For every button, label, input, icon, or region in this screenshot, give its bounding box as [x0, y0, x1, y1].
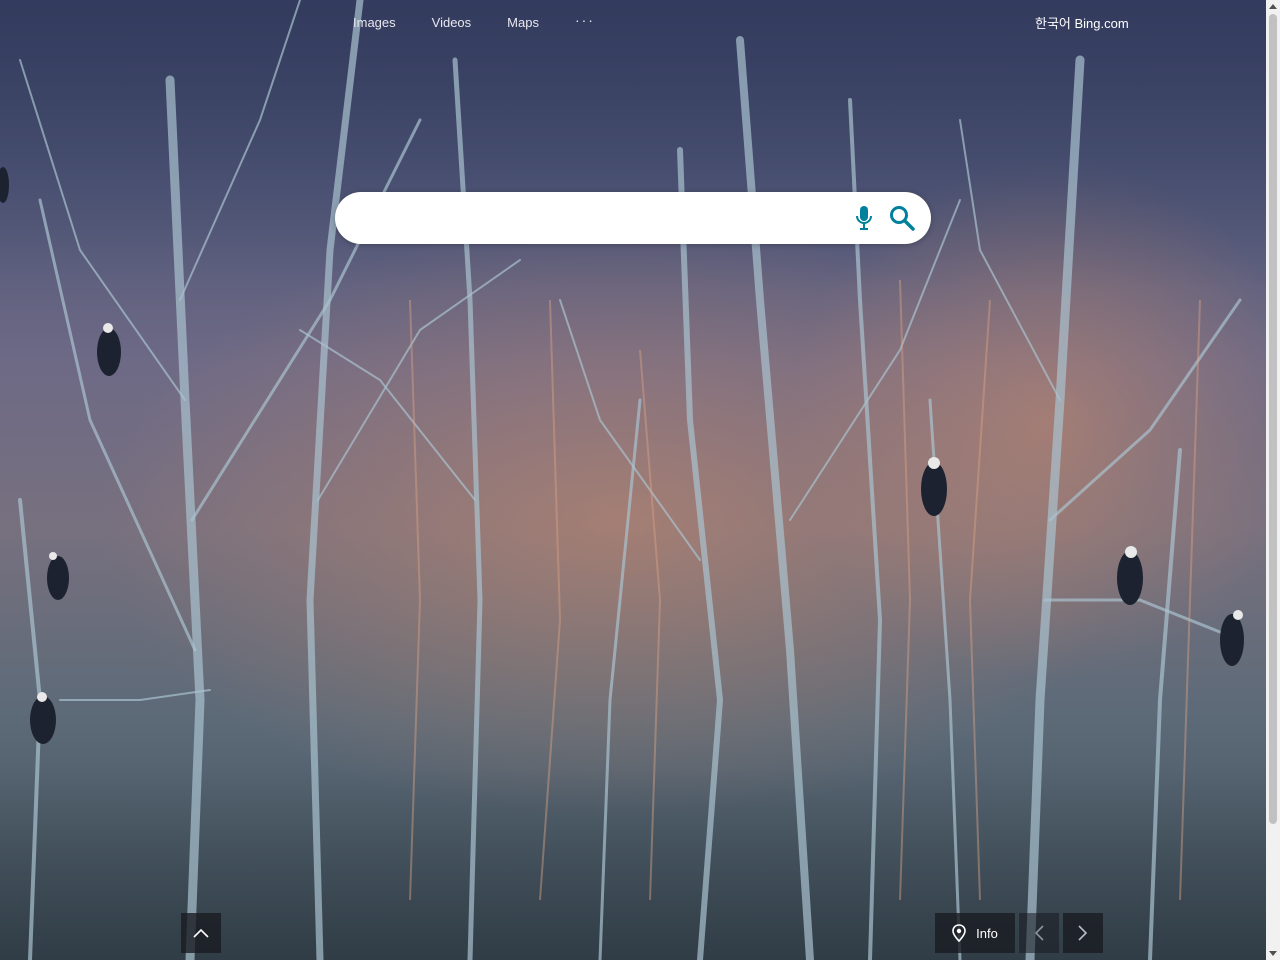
search-box: [335, 192, 931, 244]
nav-videos-link[interactable]: Videos: [432, 14, 472, 32]
voice-search-button[interactable]: [848, 202, 880, 234]
nav-more-menu[interactable]: ···: [575, 13, 595, 27]
scroll-up-button[interactable]: [181, 913, 221, 953]
language-link[interactable]: 한국어 Bing.com: [1035, 13, 1129, 32]
nav-images-link[interactable]: Images: [353, 14, 396, 32]
microphone-icon: [856, 206, 872, 230]
search-submit-button[interactable]: [886, 202, 918, 234]
top-nav: Images Videos Maps ···: [353, 13, 595, 32]
info-label: Info: [976, 925, 998, 941]
chevron-up-icon: [193, 928, 209, 938]
previous-image-button[interactable]: [1019, 913, 1059, 953]
scroll-down-arrow[interactable]: [1269, 951, 1277, 956]
bing-homepage: Images Videos Maps ··· 한국어 Bing.com Info: [0, 0, 1280, 960]
chevron-left-icon: [1034, 925, 1044, 941]
location-pin-icon: [952, 924, 966, 942]
chevron-right-icon: [1078, 925, 1088, 941]
scroll-up-arrow[interactable]: [1269, 4, 1277, 9]
image-info-button[interactable]: Info: [935, 913, 1015, 953]
search-input[interactable]: [357, 204, 841, 234]
next-image-button[interactable]: [1063, 913, 1103, 953]
nav-maps-link[interactable]: Maps: [507, 14, 539, 32]
background-image: [0, 0, 1266, 960]
page-scrollbar[interactable]: [1266, 0, 1280, 960]
magnifier-icon: [890, 206, 915, 231]
scrollbar-thumb[interactable]: [1269, 14, 1277, 824]
